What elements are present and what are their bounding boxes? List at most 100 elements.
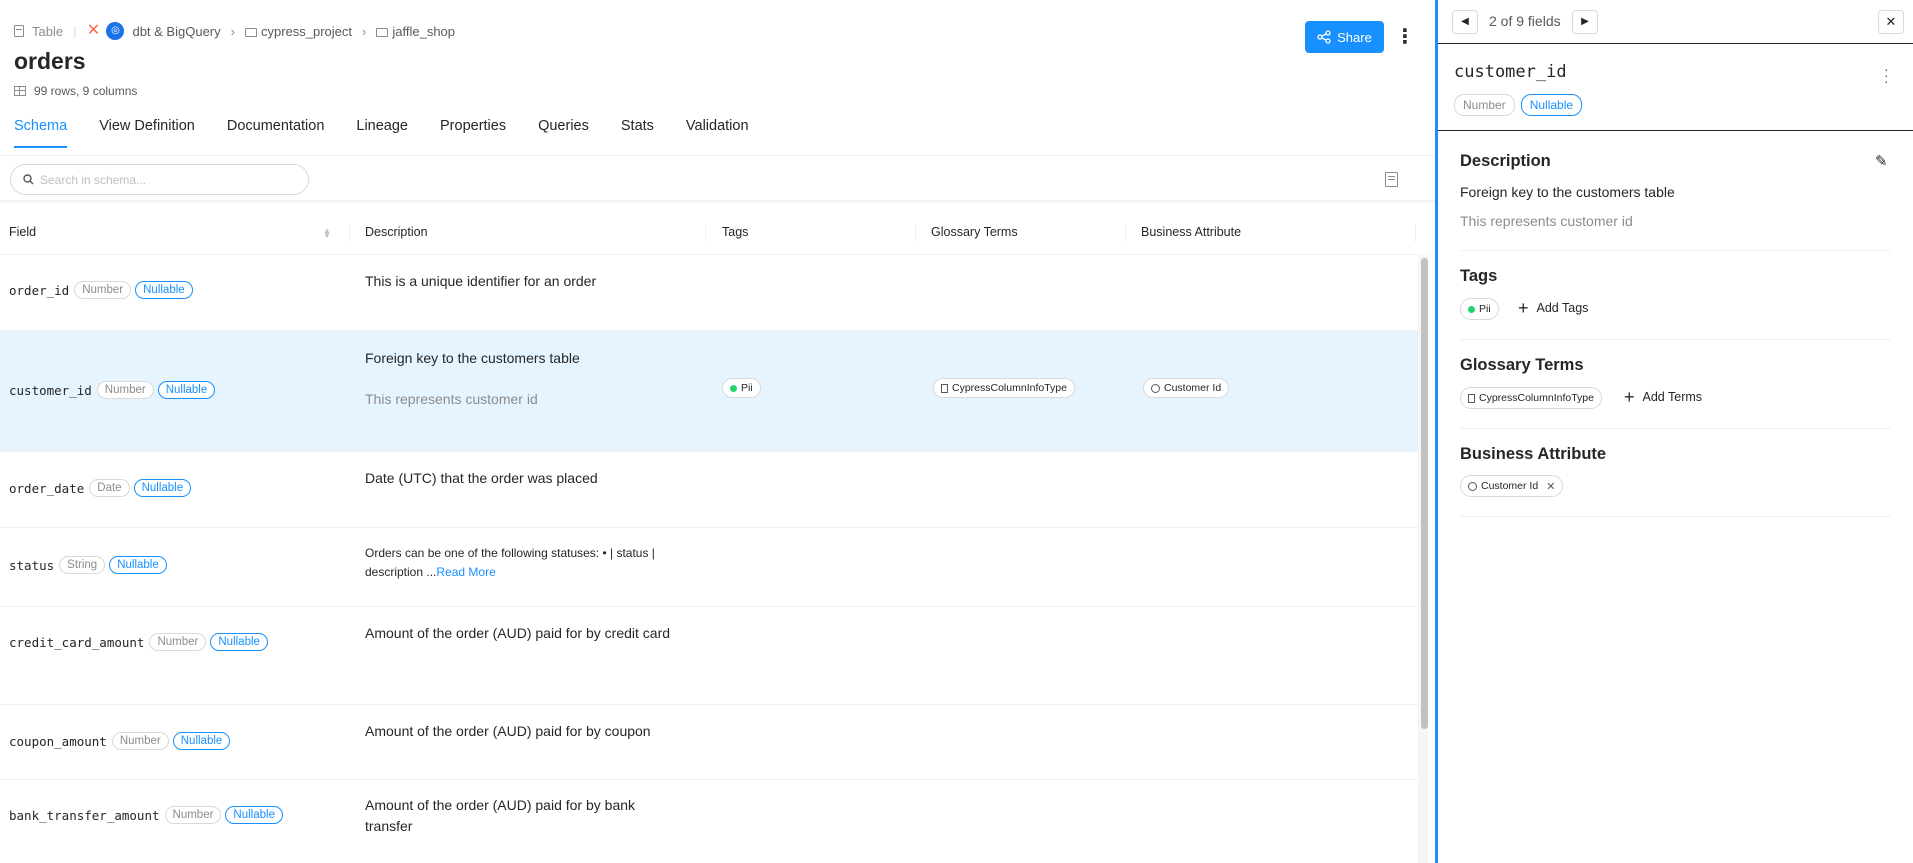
business-attribute-section-title: Business Attribute xyxy=(1460,445,1607,463)
scrollbar-thumb[interactable] xyxy=(1421,258,1428,729)
table-row[interactable]: bank_transfer_amount Number Nullable Amo… xyxy=(0,780,1418,863)
type-badge: Number xyxy=(1454,94,1515,116)
table-row[interactable]: order_id Number Nullable This is a uniqu… xyxy=(0,255,1418,331)
previous-field-button[interactable]: ◀ xyxy=(1452,10,1478,34)
field-name: order_id xyxy=(9,282,70,298)
field-description[interactable]: Date (UTC) that the order was placed xyxy=(365,468,685,489)
field-description[interactable]: Orders can be one of the following statu… xyxy=(365,544,695,582)
tab-view-definition[interactable]: View Definition xyxy=(99,118,195,148)
next-field-button[interactable]: ▶ xyxy=(1572,10,1598,34)
table-row-selected[interactable]: customer_id Number Nullable Foreign key … xyxy=(0,331,1418,452)
entity-profile-main: Table | ✕ ◎ dbt & BigQuery › cypress_pro… xyxy=(0,0,1435,863)
type-badge: Date xyxy=(89,479,130,497)
read-more-link[interactable]: Read More xyxy=(436,565,495,579)
description-sub-text: This represents customer id xyxy=(365,391,538,407)
bigquery-logo-icon: ◎ xyxy=(106,22,125,40)
table-row[interactable]: status String Nullable Orders can be one… xyxy=(0,528,1418,607)
business-attribute-chip[interactable]: Customer Id xyxy=(1143,378,1230,398)
plus-icon: + xyxy=(1518,298,1529,318)
field-details-drawer: ◀ 2 of 9 fields ▶ ✕ customer_id · · · Numb… xyxy=(1435,0,1913,863)
panel-badges: Number Nullable xyxy=(1454,94,1588,116)
field-description[interactable]: This is a unique identifier for an order xyxy=(365,271,685,292)
column-header-glossary-terms: Glossary Terms xyxy=(931,225,1018,239)
remove-icon[interactable]: ✕ xyxy=(1546,480,1555,493)
panel-field-name: customer_id xyxy=(1454,62,1567,82)
add-tags-label: Add Tags xyxy=(1536,301,1589,315)
tab-stats[interactable]: Stats xyxy=(621,118,654,148)
share-icon xyxy=(1317,30,1331,44)
schema-search xyxy=(10,164,309,195)
nullable-badge: Nullable xyxy=(133,479,192,497)
tab-queries[interactable]: Queries xyxy=(538,118,589,148)
globe-icon xyxy=(1468,481,1477,491)
rows-icon xyxy=(14,86,26,96)
business-attribute-chip[interactable]: Customer Id ✕ xyxy=(1460,475,1564,497)
tag-chip[interactable]: Pii xyxy=(722,378,761,398)
tags-section-title: Tags xyxy=(1460,267,1498,285)
tab-lineage[interactable]: Lineage xyxy=(356,118,408,148)
book-icon xyxy=(1468,393,1475,403)
table-stats: 99 rows, 9 columns xyxy=(14,84,137,98)
table-header: Field ▲ ▼ Description Tags Glossary Terms… xyxy=(0,210,1418,255)
table-stats-text: 99 rows, 9 columns xyxy=(34,84,138,98)
type-badge: Number xyxy=(164,806,222,824)
breadcrumb-project[interactable]: cypress_project xyxy=(261,24,352,39)
field-position: 2 of 9 fields xyxy=(1489,13,1561,29)
field-description[interactable]: Amount of the order (AUD) paid for by co… xyxy=(365,721,685,742)
table-row[interactable]: coupon_amount Number Nullable Amount of … xyxy=(0,705,1418,780)
field-name: customer_id xyxy=(9,382,92,398)
column-header-field[interactable]: Field xyxy=(9,210,36,255)
schema-blame-icon[interactable] xyxy=(1385,172,1398,187)
type-badge: Number xyxy=(74,281,132,299)
description-text: Orders can be one of the following statu… xyxy=(365,546,655,579)
tab-properties[interactable]: Properties xyxy=(440,118,506,148)
dbt-logo-icon: ✕ xyxy=(86,22,101,39)
business-attribute-label: Customer Id xyxy=(1164,382,1222,394)
type-badge: String xyxy=(59,556,106,574)
share-button-label: Share xyxy=(1337,29,1372,45)
breadcrumb-platform[interactable]: dbt & BigQuery xyxy=(132,24,220,39)
add-terms-button[interactable]: + Add Terms xyxy=(1624,387,1702,407)
globe-icon xyxy=(1151,383,1160,393)
glossary-terms-section-title: Glossary Terms xyxy=(1460,356,1584,374)
glossary-term-label: CypressColumnInfoType xyxy=(1479,392,1594,404)
tab-documentation[interactable]: Documentation xyxy=(227,118,325,148)
more-options-icon[interactable]: · · · xyxy=(1884,62,1889,88)
tag-dot-icon xyxy=(730,384,737,392)
breadcrumb: Table | ✕ ◎ dbt & BigQuery › cypress_pro… xyxy=(14,22,455,40)
close-icon[interactable]: ✕ xyxy=(1878,10,1904,34)
tab-validation[interactable]: Validation xyxy=(686,118,749,148)
share-button[interactable]: Share xyxy=(1305,21,1384,53)
field-name: order_date xyxy=(9,480,85,496)
glossary-term-chip[interactable]: CypressColumnInfoType xyxy=(933,378,1075,398)
table-row[interactable]: credit_card_amount Number Nullable Amoun… xyxy=(0,607,1418,705)
nullable-badge: Nullable xyxy=(109,556,167,574)
edit-icon[interactable]: ✎ xyxy=(1875,152,1888,170)
search-input[interactable] xyxy=(40,172,290,187)
chevron-right-icon: › xyxy=(362,23,367,39)
field-description[interactable]: Foreign key to the customers table This … xyxy=(365,348,685,410)
nullable-badge: Nullable xyxy=(1520,94,1583,116)
panel-sub-description: This represents customer id xyxy=(1460,213,1633,229)
field-description[interactable]: Amount of the order (AUD) paid for by ba… xyxy=(365,795,675,837)
tag-label: Pii xyxy=(741,382,753,394)
nullable-badge: Nullable xyxy=(225,806,283,824)
sort-icon[interactable]: ▲ ▼ xyxy=(323,227,331,240)
panel-description: Foreign key to the customers table xyxy=(1460,184,1675,200)
search-icon xyxy=(23,174,34,185)
tab-schema[interactable]: Schema xyxy=(14,118,68,148)
add-tags-button[interactable]: + Add Tags xyxy=(1518,298,1589,318)
field-name: credit_card_amount xyxy=(9,634,145,650)
more-options-icon[interactable]: ⋮ xyxy=(1395,24,1415,50)
plus-icon: + xyxy=(1624,387,1635,407)
glossary-term-chip[interactable]: CypressColumnInfoType xyxy=(1460,387,1602,409)
breadcrumb-dataset[interactable]: jaffle_shop xyxy=(392,24,455,39)
description-text: Foreign key to the customers table xyxy=(365,350,580,366)
folder-icon xyxy=(244,27,257,37)
column-header-tags: Tags xyxy=(722,225,749,239)
table-row[interactable]: order_date Date Nullable Date (UTC) that… xyxy=(0,452,1418,528)
tab-bar: Schema View Definition Documentation Lin… xyxy=(14,118,781,148)
description-section-title: Description xyxy=(1460,152,1551,170)
tag-chip[interactable]: Pii xyxy=(1460,298,1499,320)
field-description[interactable]: Amount of the order (AUD) paid for by cr… xyxy=(365,623,675,644)
